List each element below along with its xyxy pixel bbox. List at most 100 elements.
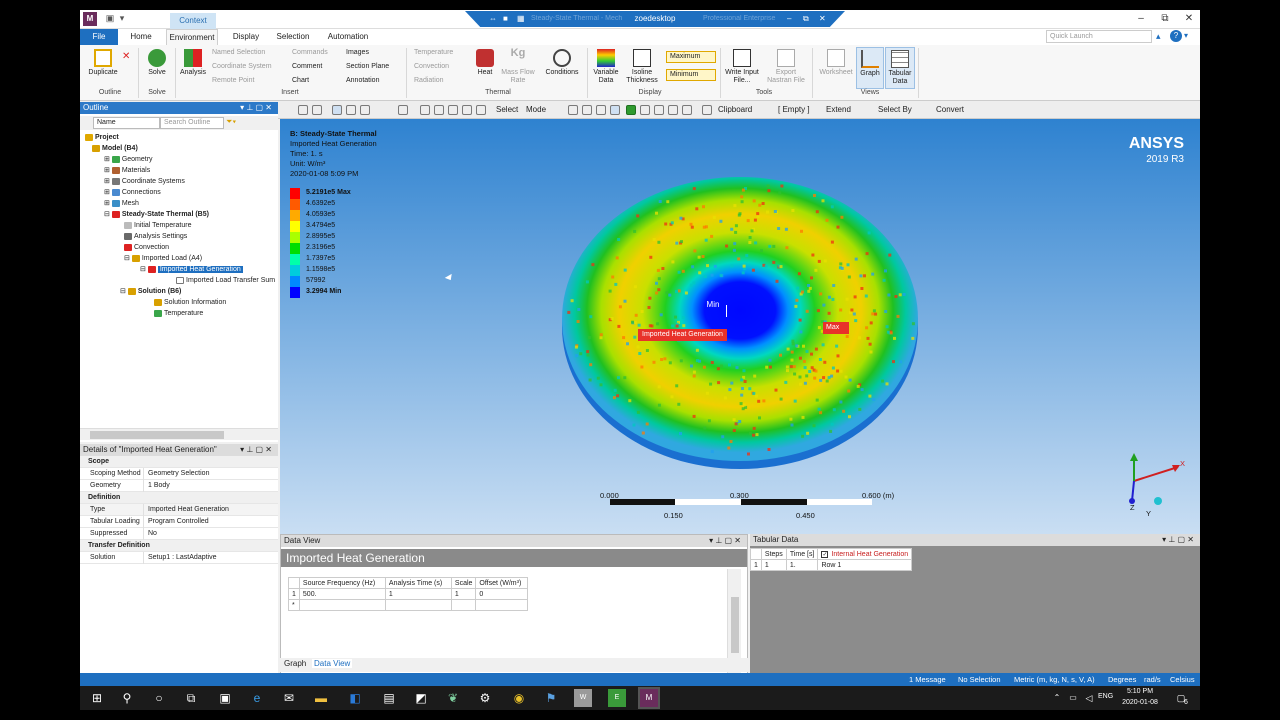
- table-row[interactable]: 1 1 1. Row 1: [750, 559, 913, 571]
- select-button[interactable]: Select: [496, 105, 518, 114]
- workbench-icon[interactable]: ⚑: [542, 689, 560, 707]
- select-edge-icon[interactable]: [582, 105, 592, 115]
- probe-label[interactable]: Imported Heat Generation: [638, 329, 727, 341]
- chart-button[interactable]: Chart: [292, 76, 309, 86]
- table-cell[interactable]: [475, 599, 529, 611]
- restore-toolbar-icon[interactable]: ⇔: [489, 11, 497, 27]
- analysis-button[interactable]: Analysis: [177, 49, 209, 77]
- minimize-ribbon-icon[interactable]: ▴: [1156, 31, 1161, 42]
- annotation-button[interactable]: Annotation: [346, 76, 379, 86]
- table-cell[interactable]: 1: [760, 559, 787, 571]
- file-explorer-icon[interactable]: ▬: [312, 689, 330, 707]
- clipboard-dropdown[interactable]: Clipboard: [718, 105, 752, 114]
- select-face-mesh-icon[interactable]: [668, 105, 678, 115]
- select-node-icon[interactable]: [640, 105, 650, 115]
- language-indicator[interactable]: ENG: [1098, 693, 1113, 700]
- details-panel-controls-icon[interactable]: ▾ ⊥ ▢ ✕: [240, 444, 272, 456]
- tree-item-model[interactable]: Model (B4): [92, 144, 138, 153]
- outline-search-input[interactable]: Search Outline: [160, 117, 224, 129]
- temperature-button[interactable]: Temperature: [414, 48, 453, 58]
- outline-horizontal-scrollbar[interactable]: [80, 428, 278, 440]
- column-header[interactable]: Steps: [760, 548, 787, 560]
- mode-dropdown[interactable]: Mode: [526, 105, 546, 114]
- tab-file[interactable]: File: [80, 29, 118, 45]
- tab-home[interactable]: Home: [124, 29, 158, 45]
- filter-icon[interactable]: ⏷▾: [226, 117, 236, 127]
- row-scoping-method[interactable]: Scoping Method Geometry Selection: [80, 468, 278, 480]
- tab-data-view[interactable]: Data View: [312, 659, 353, 668]
- status-messages[interactable]: 1 Message: [909, 673, 946, 686]
- remote-point-button[interactable]: Remote Point: [212, 76, 254, 86]
- row-value[interactable]: No: [144, 528, 157, 540]
- table-cell[interactable]: 1.: [785, 559, 819, 571]
- outline-name-column[interactable]: Name: [93, 117, 160, 129]
- checkbox-icon[interactable]: ✓: [821, 550, 829, 558]
- column-header[interactable]: Analysis Time (s): [384, 577, 452, 589]
- tabular-controls-icon[interactable]: ▾ ⊥ ▢ ✕: [1162, 534, 1194, 546]
- outline-panel-controls-icon[interactable]: ▾ ⊥ ▢ ✕: [240, 102, 272, 114]
- solve-button[interactable]: Solve: [142, 49, 172, 77]
- tabular-data-table[interactable]: Steps Time [s] ✓ Internal Heat Generation…: [750, 548, 913, 571]
- rotate-icon[interactable]: [360, 105, 370, 115]
- app-icon-generic[interactable]: ◩: [412, 689, 430, 707]
- tree-item-imported-load-transfer[interactable]: Imported Load Transfer Sum: [176, 276, 275, 285]
- tab-graph[interactable]: Graph: [284, 659, 306, 668]
- minimize-icon[interactable]: –: [1130, 12, 1152, 26]
- select-element-icon[interactable]: [626, 105, 636, 115]
- scrollbar-thumb[interactable]: [90, 431, 224, 439]
- column-header[interactable]: Scale: [450, 577, 477, 589]
- minimum-toggle[interactable]: Minimum: [666, 69, 716, 81]
- column-header[interactable]: Time [s]: [785, 548, 819, 560]
- export-nastran-button[interactable]: Export Nastran File: [764, 49, 808, 85]
- table-cell[interactable]: 1: [450, 588, 477, 600]
- magnifier-icon[interactable]: [448, 105, 458, 115]
- volume-icon[interactable]: ◁: [1080, 689, 1098, 707]
- graph-button[interactable]: Graph: [856, 47, 884, 89]
- row-value[interactable]: Setup1 : LastAdaptive: [144, 552, 217, 564]
- tree-item-geometry[interactable]: ⊞ Geometry: [104, 155, 153, 164]
- table-cell[interactable]: 500.: [298, 588, 386, 600]
- worksheet-button[interactable]: Worksheet: [816, 49, 856, 77]
- select-mode-icon[interactable]: [332, 105, 342, 115]
- app-icon-leaf[interactable]: ❦: [444, 689, 462, 707]
- design-modeler-icon[interactable]: W: [574, 689, 592, 707]
- section-transfer-definition[interactable]: Transfer Definition: [80, 540, 278, 552]
- zoom-in-icon[interactable]: [398, 105, 408, 115]
- row-value[interactable]: Geometry Selection: [144, 468, 209, 480]
- select-mesh-icon[interactable]: [654, 105, 664, 115]
- graphics-viewport[interactable]: B: Steady-State Thermal Imported Heat Ge…: [280, 119, 1200, 534]
- tree-item-materials[interactable]: ⊞ Materials: [104, 166, 150, 175]
- max-label[interactable]: Max: [823, 322, 849, 334]
- zoom-fit-icon[interactable]: [298, 105, 308, 115]
- tree-item-temperature[interactable]: Temperature: [154, 309, 203, 318]
- clock-date[interactable]: 2020-01-08: [1118, 699, 1162, 706]
- delete-icon[interactable]: ✕: [122, 51, 130, 62]
- clock-time[interactable]: 5:10 PM: [1118, 688, 1162, 695]
- write-input-file-button[interactable]: Write Input File...: [722, 49, 762, 85]
- select-face-icon[interactable]: [596, 105, 606, 115]
- isoline-thickness-button[interactable]: Isoline Thickness: [624, 49, 660, 85]
- convert-dropdown[interactable]: Convert: [936, 105, 964, 114]
- tree-item-imported-heat-generation[interactable]: ⊟ Imported Heat Generation: [140, 265, 243, 274]
- zoom-box-icon[interactable]: [312, 105, 322, 115]
- tree-item-connections[interactable]: ⊞ Connections: [104, 188, 161, 197]
- zoom-to-fit-icon[interactable]: [434, 105, 444, 115]
- column-header[interactable]: Source Frequency (Hz): [298, 577, 386, 589]
- select-body-icon[interactable]: [610, 105, 620, 115]
- row-value[interactable]: Program Controlled: [144, 516, 209, 528]
- app-icon[interactable]: M: [83, 12, 97, 26]
- scrollbar-thumb[interactable]: [731, 597, 739, 653]
- select-vertex-icon[interactable]: [568, 105, 578, 115]
- table-cell[interactable]: 1: [384, 588, 452, 600]
- pan-icon[interactable]: [346, 105, 356, 115]
- tabular-data-button[interactable]: Tabular Data: [885, 47, 915, 89]
- variable-data-button[interactable]: Variable Data: [590, 49, 622, 85]
- data-view-controls-icon[interactable]: ▾ ⊥ ▢ ✕: [709, 535, 741, 547]
- outlook-icon[interactable]: ◧: [346, 689, 364, 707]
- table-cell[interactable]: Row 1: [817, 559, 913, 571]
- heat-button[interactable]: Heat: [472, 49, 498, 77]
- table-row[interactable]: 1 500. 1 1 0: [288, 588, 529, 600]
- tree-item-initial-temperature[interactable]: Initial Temperature: [124, 221, 191, 230]
- tab-display[interactable]: Display: [228, 29, 264, 45]
- tree-item-coordinate-systems[interactable]: ⊞ Coordinate Systems: [104, 177, 185, 186]
